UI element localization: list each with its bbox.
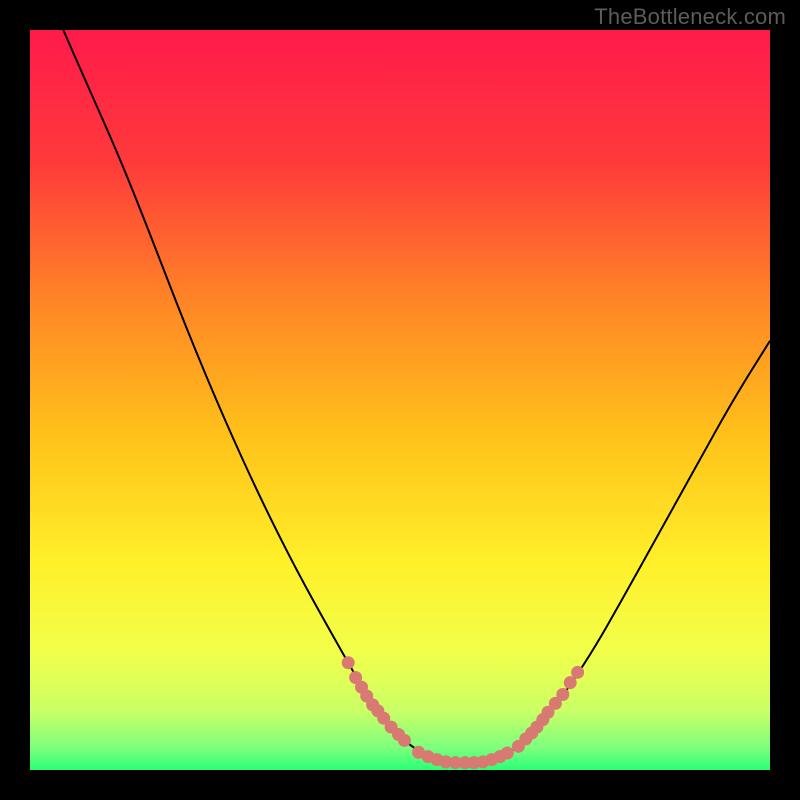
plot-area xyxy=(30,30,770,770)
gradient-background xyxy=(30,30,770,770)
attribution-label: TheBottleneck.com xyxy=(594,4,786,30)
data-point xyxy=(556,688,569,701)
data-point xyxy=(342,656,355,669)
bottleneck-chart xyxy=(30,30,770,770)
data-point xyxy=(501,746,514,759)
chart-frame: TheBottleneck.com xyxy=(0,0,800,800)
data-point xyxy=(398,734,411,747)
data-point xyxy=(571,666,584,679)
